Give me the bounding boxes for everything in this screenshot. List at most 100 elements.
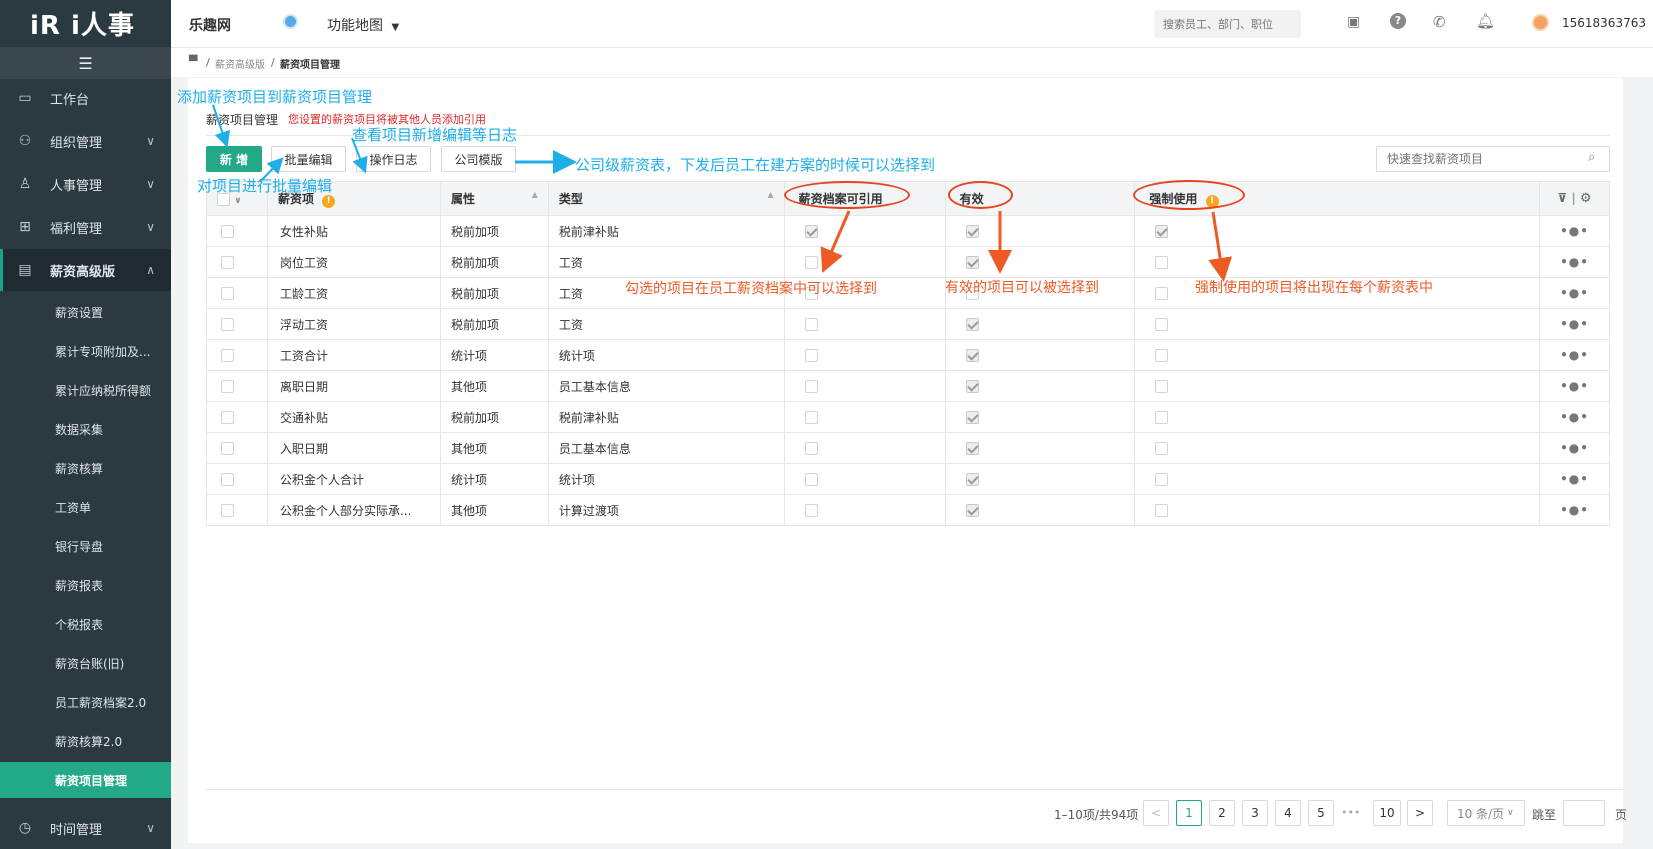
row-checkbox[interactable]	[221, 411, 234, 424]
cell-actions[interactable]: •●•	[1538, 215, 1611, 247]
avatar[interactable]	[1532, 14, 1549, 31]
valid-checkbox[interactable]	[965, 380, 979, 393]
row-select-cell[interactable]	[206, 401, 268, 433]
row-select-cell[interactable]	[206, 246, 268, 278]
table-row[interactable]: 女性补贴 税前加项 税前津补贴 •●•	[206, 215, 1611, 247]
filter-icon[interactable]: ⊽	[1557, 191, 1567, 205]
sidebar-subitem[interactable]: 银行导盘	[0, 528, 171, 564]
sidebar-subitem[interactable]: 员工薪资档案2.0	[0, 684, 171, 720]
cell-valid[interactable]	[944, 339, 1136, 371]
cell-valid[interactable]	[944, 246, 1136, 278]
force-checkbox[interactable]	[1155, 225, 1169, 238]
home-icon[interactable]: ▀	[189, 55, 197, 68]
cell-valid[interactable]	[944, 370, 1136, 402]
sidebar-subitem-active[interactable]: 薪资项目管理	[0, 762, 171, 798]
force-checkbox[interactable]	[1155, 318, 1169, 331]
next-page-button[interactable]: >	[1407, 800, 1433, 826]
page-button-2[interactable]: 2	[1209, 800, 1235, 826]
sidebar-subitem[interactable]: 累计专项附加及...	[0, 333, 171, 369]
cell-valid[interactable]	[944, 401, 1136, 433]
sidebar-item-welfare[interactable]: ⊞ 福利管理 ∨	[0, 206, 171, 248]
sidebar-subitem[interactable]: 薪资核算	[0, 450, 171, 486]
cell-ref[interactable]	[783, 401, 946, 433]
sidebar-item-time[interactable]: ◷ 时间管理 ∨	[0, 807, 171, 849]
cell-ref[interactable]	[783, 308, 946, 340]
cell-actions[interactable]: •●•	[1538, 246, 1611, 278]
force-checkbox[interactable]	[1155, 473, 1169, 486]
row-checkbox[interactable]	[221, 380, 234, 393]
table-row[interactable]: 离职日期 其他项 员工基本信息 •●•	[206, 370, 1611, 402]
cell-ref[interactable]	[783, 246, 946, 278]
table-row[interactable]: 入职日期 其他项 员工基本信息 •●•	[206, 432, 1611, 464]
ref-checkbox[interactable]	[804, 473, 818, 486]
table-row[interactable]: 公积金个人部分实际承... 其他项 计算过渡项 •●•	[206, 494, 1611, 526]
add-button[interactable]: 新 增	[206, 146, 262, 172]
valid-checkbox[interactable]	[965, 225, 979, 238]
row-select-cell[interactable]	[206, 277, 268, 309]
row-checkbox[interactable]	[221, 504, 234, 517]
cell-ref[interactable]	[783, 432, 946, 464]
row-checkbox[interactable]	[221, 287, 234, 300]
sidebar-subitem[interactable]: 工资单	[0, 489, 171, 525]
row-select-cell[interactable]	[206, 215, 268, 247]
ref-checkbox[interactable]	[804, 349, 818, 362]
cell-ref[interactable]	[783, 339, 946, 371]
sidebar-subitem[interactable]: 薪资台账(旧)	[0, 645, 171, 681]
row-select-cell[interactable]	[206, 339, 268, 371]
cell-actions[interactable]: •●•	[1538, 277, 1611, 309]
more-icon[interactable]: •●•	[1560, 503, 1589, 517]
global-search-input[interactable]	[1154, 10, 1301, 38]
valid-checkbox[interactable]	[965, 411, 979, 424]
valid-checkbox[interactable]	[965, 318, 979, 331]
page-button-3[interactable]: 3	[1242, 800, 1268, 826]
collapse-menu-icon[interactable]: ☰	[0, 47, 171, 79]
chevron-down-icon[interactable]: ∨	[234, 196, 241, 206]
sidebar-subitem[interactable]: 薪资设置	[0, 294, 171, 330]
table-row[interactable]: 浮动工资 税前加项 工资 •●•	[206, 308, 1611, 340]
ref-checkbox[interactable]	[804, 225, 818, 238]
cell-force[interactable]	[1134, 308, 1540, 340]
video-icon[interactable]: ▣	[1347, 14, 1360, 30]
globe-icon[interactable]	[283, 14, 298, 29]
valid-checkbox[interactable]	[965, 504, 979, 517]
sidebar-item-payroll[interactable]: ▤ 薪资高级版 ∧	[0, 249, 171, 291]
more-icon[interactable]: •●•	[1560, 255, 1589, 269]
row-checkbox[interactable]	[221, 473, 234, 486]
page-button-5[interactable]: 5	[1308, 800, 1334, 826]
force-checkbox[interactable]	[1155, 442, 1169, 455]
more-icon[interactable]: •●•	[1560, 224, 1589, 238]
row-select-cell[interactable]	[206, 494, 268, 526]
valid-checkbox[interactable]	[965, 473, 979, 486]
valid-checkbox[interactable]	[965, 442, 979, 455]
force-checkbox[interactable]	[1155, 349, 1169, 362]
cell-actions[interactable]: •●•	[1538, 463, 1611, 495]
force-checkbox[interactable]	[1155, 287, 1169, 300]
page-button-4[interactable]: 4	[1275, 800, 1301, 826]
cell-valid[interactable]	[944, 463, 1136, 495]
cell-ref[interactable]	[783, 215, 946, 247]
cell-ref[interactable]	[783, 494, 946, 526]
breadcrumb-parent[interactable]: 薪资高级版	[215, 56, 265, 71]
page-button-10[interactable]: 10	[1373, 800, 1401, 826]
cell-actions[interactable]: •●•	[1538, 308, 1611, 340]
sidebar-subitem[interactable]: 薪资报表	[0, 567, 171, 603]
cell-force[interactable]	[1134, 246, 1540, 278]
row-select-cell[interactable]	[206, 370, 268, 402]
cell-force[interactable]	[1134, 215, 1540, 247]
sidebar-subitem[interactable]: 数据采集	[0, 411, 171, 447]
sidebar-subitem[interactable]: 个税报表	[0, 606, 171, 642]
cell-valid[interactable]	[944, 308, 1136, 340]
valid-checkbox[interactable]	[965, 256, 979, 269]
more-icon[interactable]: •●•	[1560, 286, 1589, 300]
force-checkbox[interactable]	[1155, 411, 1169, 424]
jump-page-input[interactable]	[1563, 800, 1605, 826]
cell-force[interactable]	[1134, 401, 1540, 433]
row-select-cell[interactable]	[206, 463, 268, 495]
ref-checkbox[interactable]	[804, 318, 818, 331]
ref-checkbox[interactable]	[804, 442, 818, 455]
help-icon[interactable]: ?	[1390, 13, 1406, 29]
page-size-select[interactable]: 10 条/页 ∨	[1447, 800, 1525, 826]
force-checkbox[interactable]	[1155, 256, 1169, 269]
batch-edit-button[interactable]: 批量编辑	[271, 146, 346, 172]
sidebar-subitem[interactable]: 累计应纳税所得额	[0, 372, 171, 408]
